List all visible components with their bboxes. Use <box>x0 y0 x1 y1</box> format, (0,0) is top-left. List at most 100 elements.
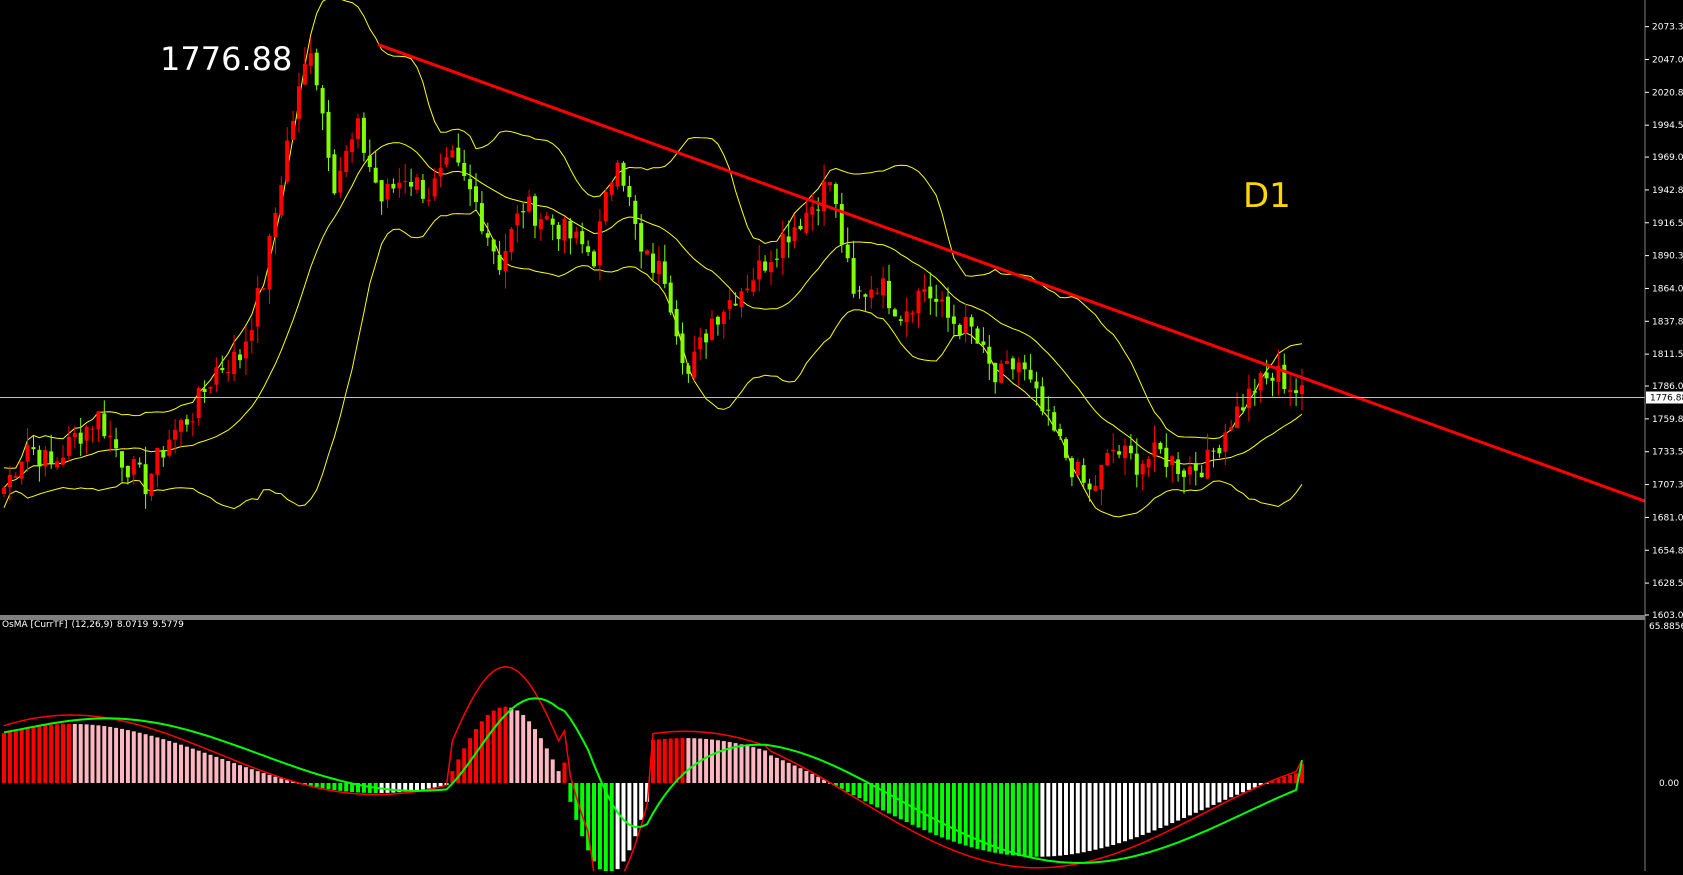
osma-bar <box>432 783 437 788</box>
candle-body <box>645 250 650 255</box>
osma-axis-top-label: 65.8856 <box>1649 622 1683 632</box>
candle-body <box>161 450 166 458</box>
price-tick-label: 1942.80 <box>1652 186 1683 196</box>
candle-body <box>774 258 779 260</box>
candle-body <box>190 421 195 423</box>
candle-body <box>43 450 48 467</box>
candle-body <box>155 447 160 475</box>
candle-body <box>143 464 148 495</box>
candle-body <box>1288 389 1293 393</box>
osma-bar <box>527 721 532 783</box>
candle-body <box>66 436 71 456</box>
candle-body <box>692 351 697 378</box>
candle-body <box>25 445 30 462</box>
osma-bar <box>999 783 1004 854</box>
osma-bar <box>1176 783 1181 821</box>
candle-body <box>61 457 65 465</box>
candle-body <box>1282 364 1287 390</box>
candle-body <box>639 223 644 252</box>
candle-body <box>951 316 956 324</box>
candle-body <box>426 199 431 201</box>
price-tick-label: 1864.05 <box>1652 284 1683 294</box>
osma-bar <box>804 770 809 783</box>
osma-bar <box>1052 783 1057 857</box>
osma-bar <box>1046 783 1051 857</box>
osma-bar <box>721 741 726 783</box>
candle-body <box>373 167 378 183</box>
osma-bar <box>987 783 992 852</box>
osma-bar <box>592 783 596 862</box>
candle-body <box>898 319 903 321</box>
candle-body <box>946 296 950 318</box>
chart-window: 2073.30 2047.05 2020.80 1994.55 1969.05 1942.… <box>0 0 1683 875</box>
candle-body <box>1052 412 1057 431</box>
osma-bar <box>96 725 101 783</box>
candle-body <box>633 200 638 224</box>
price-tick-label: 2020.80 <box>1652 88 1683 98</box>
indicator-name: OsMA [CurrTF] <box>2 620 68 630</box>
candle-body <box>934 298 939 302</box>
osma-bar <box>1205 783 1210 808</box>
osma-bar <box>255 771 260 783</box>
candle-body <box>704 333 709 343</box>
candle-body <box>344 150 349 173</box>
osma-bar <box>1022 783 1027 857</box>
osma-bar <box>1005 783 1009 855</box>
osma-bar <box>786 762 791 783</box>
candle-body <box>1005 361 1009 364</box>
candle-body <box>1199 472 1204 478</box>
candle-body <box>527 196 532 212</box>
osma-bar <box>1152 783 1157 831</box>
osma-bar <box>692 738 697 783</box>
osma-bar <box>934 783 939 836</box>
candle-body <box>314 52 319 86</box>
osma-bar <box>1193 783 1198 813</box>
candle-body <box>963 316 968 334</box>
candle-body <box>680 333 685 363</box>
candle-body <box>892 309 897 317</box>
candle-body <box>603 191 608 222</box>
osma-bar <box>25 727 30 783</box>
candle-body <box>544 216 549 220</box>
candle-body <box>285 140 290 182</box>
osma-bar <box>863 783 868 802</box>
osma-bar <box>609 783 614 874</box>
candle-body <box>49 451 54 464</box>
candle-body <box>379 180 384 202</box>
osma-bar <box>190 748 195 783</box>
candle-body <box>462 162 467 176</box>
candle-body <box>385 184 390 200</box>
candle-body <box>320 88 325 114</box>
osma-bar <box>78 724 83 783</box>
osma-bar <box>1064 783 1068 855</box>
osma-bar <box>120 728 124 783</box>
osma-bar <box>857 783 862 799</box>
candle-body <box>350 139 355 153</box>
candle-body <box>763 261 768 271</box>
osma-bar <box>72 723 77 783</box>
candle-body <box>361 117 366 153</box>
candle-body <box>987 346 992 364</box>
osma-bar <box>226 761 231 783</box>
osma-bar <box>320 783 325 789</box>
osma-bar <box>161 739 166 783</box>
osma-bar <box>108 726 113 783</box>
candle-body <box>857 290 862 292</box>
candle-body <box>503 251 508 272</box>
candle-body <box>102 413 107 437</box>
osma-bar <box>214 756 219 783</box>
candle-body <box>491 239 496 252</box>
osma-bar <box>704 738 709 783</box>
candle-body <box>715 316 720 325</box>
osma-bar <box>1105 783 1110 847</box>
osma-bar <box>816 776 821 783</box>
candle-body <box>509 228 514 253</box>
candle-body <box>420 180 425 199</box>
candle-body <box>72 433 77 438</box>
chart-canvas[interactable]: 2073.30 2047.05 2020.80 1994.55 1969.05 1942.… <box>0 0 1683 875</box>
osma-bar <box>715 740 720 783</box>
candle-body <box>674 309 679 337</box>
osma-bar <box>2 733 6 783</box>
candle-body <box>875 292 880 294</box>
candle-body <box>556 224 561 240</box>
